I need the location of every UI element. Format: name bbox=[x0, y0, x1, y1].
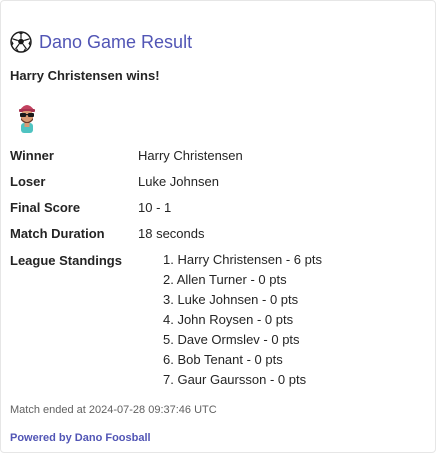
standings-item: 7. Gaur Gaursson - 0 pts bbox=[163, 372, 307, 387]
fact-value: Harry Christensen bbox=[138, 148, 243, 163]
fact-label: Final Score bbox=[10, 200, 81, 215]
fact-value: Luke Johnsen bbox=[138, 174, 219, 189]
league-standings-label: League Standings bbox=[10, 253, 122, 268]
fact-row-match-duration: Match Duration 18 seconds bbox=[10, 226, 243, 252]
card-header: Dano Game Result bbox=[10, 31, 192, 53]
fact-row-final-score: Final Score 10 - 1 bbox=[10, 200, 243, 226]
card-title: Dano Game Result bbox=[39, 31, 193, 52]
standings-item: 6. Bob Tenant - 0 pts bbox=[163, 352, 283, 367]
match-ended-timestamp: Match ended at 2024-07-28 09:37:46 UTC bbox=[10, 404, 217, 416]
standings-item: 3. Luke Johnsen - 0 pts bbox=[163, 292, 299, 307]
powered-by-link[interactable]: Powered by Dano Foosball bbox=[10, 432, 151, 444]
fact-value: 18 seconds bbox=[138, 226, 205, 241]
standings-item: 5. Dave Ormslev - 0 pts bbox=[163, 332, 300, 347]
fact-label: Loser bbox=[10, 174, 46, 189]
fact-row-winner: Winner Harry Christensen bbox=[10, 148, 243, 174]
soccer-ball-icon bbox=[10, 31, 32, 53]
fact-set: Winner Harry Christensen Loser Luke John… bbox=[10, 148, 243, 252]
adaptive-card: Dano Game Result Harry Christensen wins!… bbox=[0, 0, 436, 453]
standings-item: 2. Allen Turner - 0 pts bbox=[163, 272, 287, 287]
fact-value: 10 - 1 bbox=[138, 200, 172, 215]
standings-item: 1. Harry Christensen - 6 pts bbox=[163, 252, 322, 267]
standings-item: 4. John Roysen - 0 pts bbox=[163, 312, 294, 327]
fact-label: Winner bbox=[10, 148, 54, 163]
winner-headline: Harry Christensen wins! bbox=[10, 68, 160, 83]
league-standings-list: 1. Harry Christensen - 6 pts 2. Allen Tu… bbox=[163, 252, 322, 392]
fact-label: Match Duration bbox=[10, 226, 105, 241]
winner-avatar-icon bbox=[19, 105, 35, 133]
fact-row-loser: Loser Luke Johnsen bbox=[10, 174, 243, 200]
